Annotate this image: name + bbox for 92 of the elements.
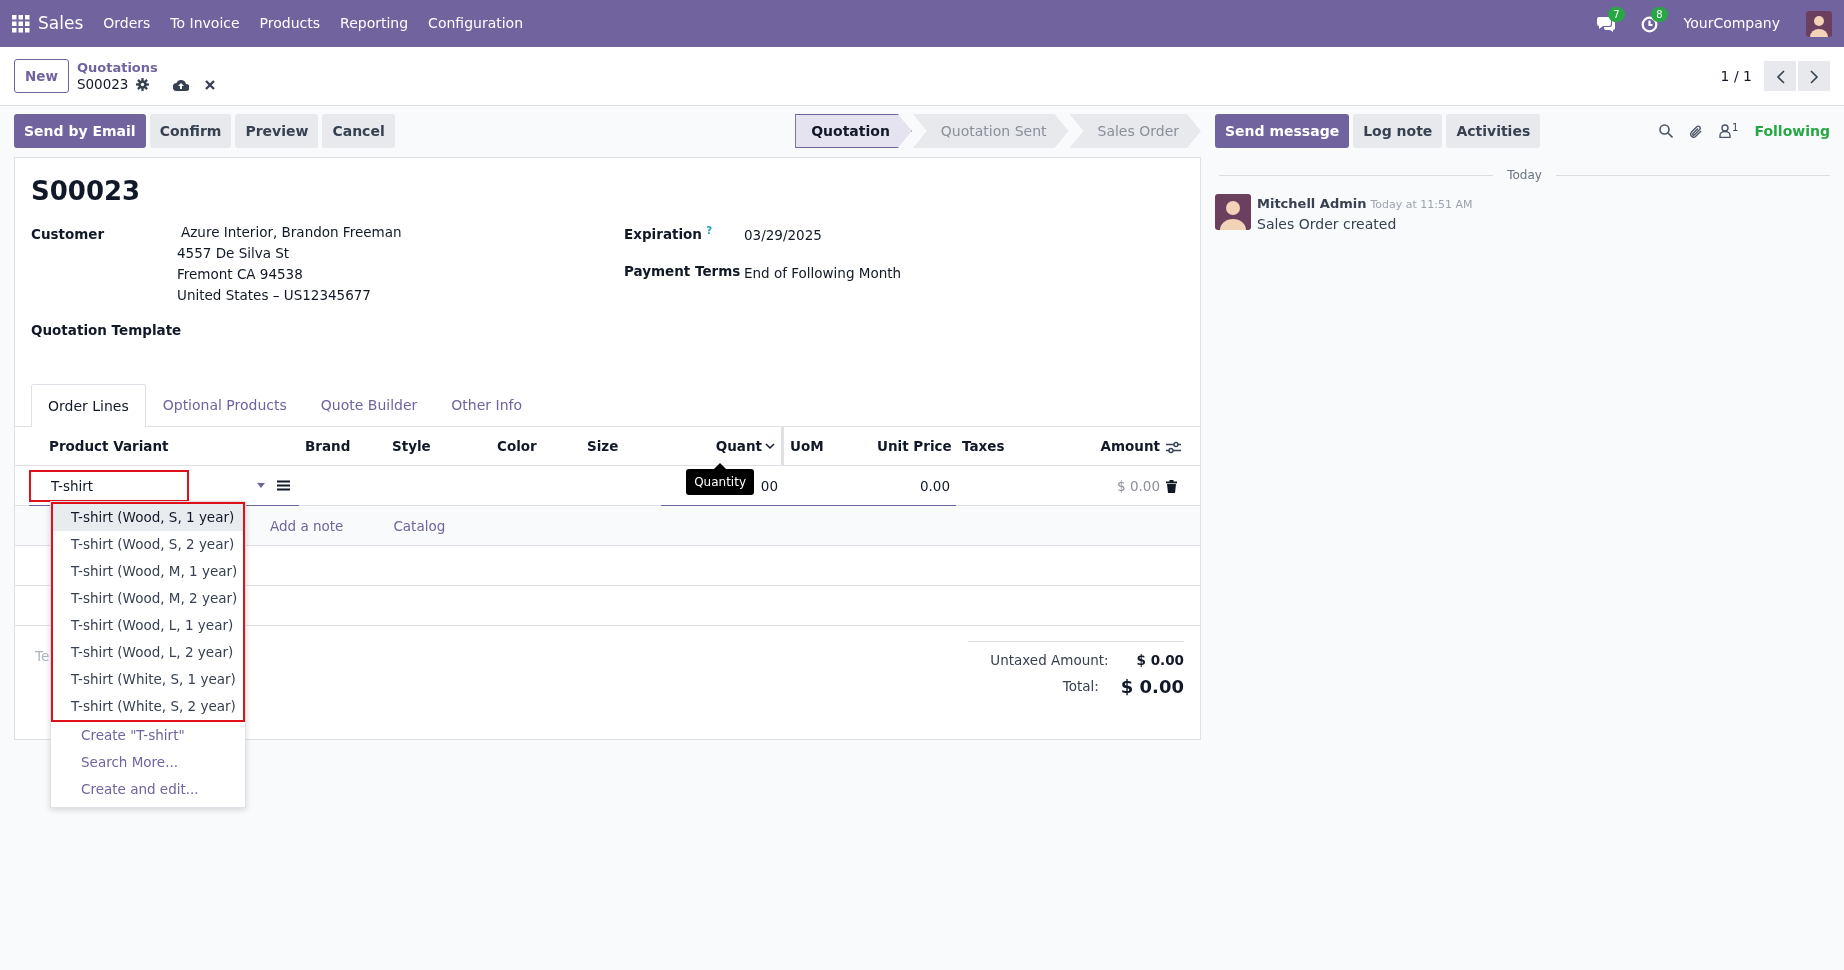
column-header[interactable]: Amount — [1100, 438, 1160, 455]
dropdown-option[interactable]: T-shirt (Wood, L, 2 year) — [53, 638, 243, 666]
chatter-button[interactable]: Log note — [1353, 114, 1443, 148]
customer-name[interactable]: Azure Interior, Brandon Freeman — [181, 224, 402, 240]
menu-item[interactable]: To Invoice — [160, 13, 250, 34]
tab[interactable]: Quote Builder — [303, 384, 435, 427]
next-button[interactable] — [1798, 61, 1830, 91]
message-time: Today at 11:51 AM — [1370, 197, 1473, 213]
settings-icon[interactable] — [136, 78, 150, 91]
search-icon[interactable] — [1659, 124, 1674, 138]
company-name[interactable]: YourCompany — [1683, 13, 1780, 34]
dropdown-caret-icon[interactable] — [257, 483, 265, 489]
follower-icon[interactable] — [1719, 124, 1732, 138]
dropdown-option[interactable]: T-shirt (White, S, 2 year) — [53, 692, 243, 720]
column-header[interactable]: Color — [497, 438, 537, 455]
discard-icon[interactable] — [205, 79, 216, 90]
untaxed-amount: $ 0.00 — [1136, 651, 1184, 671]
dropdown-action[interactable]: Search More... — [51, 748, 245, 776]
address-line: 4557 De Silva St — [177, 245, 290, 261]
field-value[interactable]: 03/29/2025 — [744, 222, 822, 246]
status-step[interactable]: Quotation — [795, 114, 912, 148]
add-line-link[interactable]: Catalog — [393, 515, 446, 536]
dropdown-option[interactable]: T-shirt (Wood, M, 2 year) — [53, 584, 243, 612]
add-line-link[interactable]: Add a note — [270, 515, 344, 536]
author-name[interactable]: Mitchell Admin — [1257, 194, 1367, 214]
column-header[interactable]: Size — [587, 438, 619, 455]
field-label: Expiration — [624, 226, 702, 242]
message-count-badge: 7 — [1608, 7, 1625, 23]
clock-icon[interactable] — [1640, 15, 1658, 33]
column-settings-icon[interactable] — [1166, 440, 1181, 454]
total-label: Total: — [1062, 676, 1099, 696]
field-label: Quotation Template — [31, 322, 182, 338]
sort-caret-icon[interactable] — [765, 442, 775, 450]
paperclip-icon[interactable] — [1689, 123, 1704, 139]
menu-item[interactable]: Configuration — [418, 13, 534, 34]
message-body: Sales Order created — [1257, 215, 1397, 232]
cloud-upload-icon[interactable] — [173, 78, 190, 91]
avatar-icon[interactable] — [1806, 10, 1832, 37]
breadcrumb-link[interactable]: Quotations — [76, 60, 158, 75]
tab[interactable]: Order Lines — [31, 384, 146, 428]
chevron-right-icon — [1809, 69, 1819, 84]
activity-count-badge: 8 — [1651, 7, 1668, 23]
dropdown-option[interactable]: T-shirt (Wood, L, 1 year) — [53, 611, 243, 639]
follower-count: 1 — [1732, 121, 1739, 135]
pager-value: 1 / 1 — [1720, 66, 1752, 86]
date-divider: Today — [1507, 167, 1542, 184]
chatter-button[interactable]: Send message — [1215, 114, 1350, 148]
action-button[interactable]: Confirm — [149, 114, 232, 148]
dropdown-option[interactable]: T-shirt (Wood, S, 1 year) — [53, 503, 243, 531]
column-header[interactable]: Unit Price — [877, 438, 952, 455]
dropdown-option[interactable]: T-shirt (White, S, 1 year) — [53, 665, 243, 693]
total-label: Untaxed Amount: — [990, 651, 1109, 671]
action-button[interactable]: Send by Email — [14, 114, 146, 148]
dropdown-action[interactable]: Create "T-shirt" — [51, 721, 245, 749]
column-header[interactable]: Brand — [305, 438, 351, 455]
tooltip: Quantity — [686, 462, 754, 495]
record-title: S00023 — [31, 175, 141, 208]
dropdown-action[interactable]: Create and edit... — [51, 775, 245, 803]
record-name: S00023 — [76, 76, 129, 93]
address-line: United States – US12345677 — [177, 287, 371, 303]
column-header[interactable]: Product Variant — [49, 438, 169, 455]
column-header[interactable]: UoM — [790, 438, 824, 455]
menu-item[interactable]: Products — [249, 13, 331, 34]
previous-button[interactable] — [1764, 61, 1796, 91]
total-amount: $ 0.00 — [1120, 674, 1184, 699]
dropdown-option[interactable]: T-shirt (Wood, S, 2 year) — [53, 530, 243, 558]
action-button[interactable]: Cancel — [322, 114, 395, 148]
apps-menu-icon[interactable] — [12, 14, 30, 33]
column-header[interactable]: Quant — [715, 436, 762, 457]
delete-icon[interactable] — [1166, 480, 1177, 494]
new-button[interactable]: New — [14, 58, 69, 94]
address-line: Fremont CA 94538 — [177, 266, 303, 282]
chevron-left-icon — [1775, 69, 1785, 84]
amount-value: $ 0.00 — [1117, 477, 1160, 494]
chat-icon[interactable] — [1596, 16, 1615, 33]
menu-item[interactable]: Reporting — [330, 13, 419, 34]
column-header[interactable]: Taxes — [962, 438, 1005, 455]
dropdown-option[interactable]: T-shirt (Wood, M, 1 year) — [53, 557, 243, 585]
tab[interactable]: Optional Products — [145, 384, 304, 427]
field-value[interactable]: End of Following Month — [744, 261, 902, 284]
column-header[interactable]: Style — [392, 438, 431, 455]
action-button[interactable]: Preview — [235, 114, 319, 148]
field-label: Payment Terms — [624, 263, 741, 280]
author-avatar-icon — [1215, 194, 1251, 230]
tab[interactable]: Other Info — [434, 384, 540, 427]
app-name[interactable]: Sales — [38, 10, 84, 37]
menu-item[interactable]: Orders — [93, 13, 161, 34]
field-label: Customer — [31, 226, 105, 242]
menu-icon[interactable] — [277, 480, 290, 492]
unit-price-value[interactable]: 0.00 — [919, 475, 950, 496]
quantity-value[interactable]: 00 — [760, 475, 778, 496]
chatter-button[interactable]: Activities — [1446, 114, 1541, 148]
